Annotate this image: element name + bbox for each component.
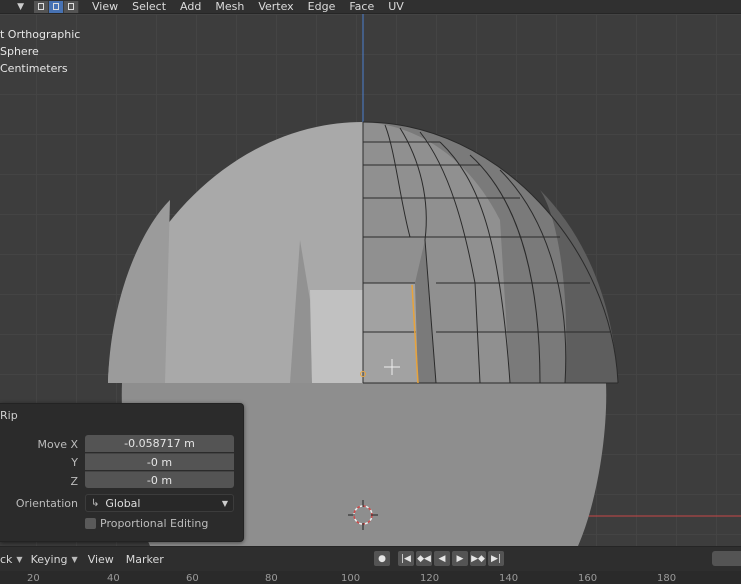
rip-panel-title[interactable]: Rip bbox=[0, 409, 18, 422]
ripped-face-right bbox=[363, 283, 418, 383]
menu-add[interactable]: Add bbox=[173, 0, 208, 13]
orientation-dropdown[interactable]: ↳ Global ▼ bbox=[85, 494, 234, 512]
edge-select-button[interactable] bbox=[49, 0, 64, 13]
proportional-editing-toggle[interactable]: Proportional Editing bbox=[85, 517, 208, 530]
mode-dropdown[interactable]: ▼ bbox=[0, 0, 28, 13]
rip-operator-panel[interactable]: Rip Move X -0.058717 m Y -0 m Z -0 m Ori… bbox=[0, 403, 244, 542]
select-mode-group bbox=[34, 0, 79, 13]
ruler-tick-label: 40 bbox=[107, 573, 120, 584]
menu-view[interactable]: View bbox=[85, 0, 125, 13]
ripped-face-left bbox=[310, 290, 363, 383]
move-x-field[interactable]: -0.058717 m bbox=[85, 435, 234, 452]
units-label: Centimeters bbox=[0, 62, 68, 75]
jump-end-icon: ▶| bbox=[491, 553, 501, 564]
move-x-label: Move X bbox=[37, 438, 78, 451]
record-icon: ● bbox=[378, 553, 386, 564]
timeline-view-menu[interactable]: View bbox=[88, 553, 114, 566]
chevron-down-icon: ▼ bbox=[17, 1, 24, 12]
menu-select[interactable]: Select bbox=[125, 0, 173, 13]
orientation-value: Global bbox=[105, 496, 141, 510]
face-mode-icon bbox=[68, 3, 74, 10]
ruler-tick-label: 160 bbox=[578, 573, 598, 584]
viewport-header: ▼ View Select Add Mesh Vertex Edge Face … bbox=[0, 0, 741, 14]
timeline-marker-menu[interactable]: Marker bbox=[126, 553, 164, 566]
dome-left-shade bbox=[108, 200, 170, 383]
vertex-mode-icon bbox=[38, 3, 44, 10]
play-button[interactable]: ▶ bbox=[452, 551, 468, 566]
chevron-down-icon: ▼ bbox=[71, 555, 78, 564]
proportional-editing-checkbox[interactable] bbox=[85, 518, 96, 529]
prev-keyframe-button[interactable]: ◆◀ bbox=[416, 551, 432, 566]
move-z-label: Z bbox=[70, 475, 78, 488]
view-name-label: t Orthographic bbox=[0, 28, 81, 41]
playback-dropdown[interactable]: ck ▼ bbox=[0, 553, 23, 566]
ruler-tick-label: 120 bbox=[420, 573, 440, 584]
timeline-ruler[interactable]: 20 40 60 80 100 120 140 160 180 bbox=[0, 571, 741, 584]
face-select-button[interactable] bbox=[64, 0, 79, 13]
move-z-field[interactable]: -0 m bbox=[85, 471, 234, 488]
keying-dropdown[interactable]: Keying ▼ bbox=[31, 553, 78, 566]
play-reverse-button[interactable]: ◀ bbox=[434, 551, 450, 566]
object-name-label: Sphere bbox=[0, 45, 39, 58]
jump-end-button[interactable]: ▶| bbox=[488, 551, 504, 566]
global-axes-icon: ↳ bbox=[91, 497, 100, 509]
3d-viewport[interactable]: ▼ View Select Add Mesh Vertex Edge Face … bbox=[0, 0, 741, 546]
playback-controls: ● |◀ ◆◀ ◀ ▶ ▶◆ ▶| bbox=[374, 551, 504, 566]
header-menu: View Select Add Mesh Vertex Edge Face UV bbox=[85, 0, 411, 13]
play-icon: ▶ bbox=[456, 553, 464, 564]
move-y-field[interactable]: -0 m bbox=[85, 453, 234, 470]
menu-edge[interactable]: Edge bbox=[301, 0, 343, 13]
chevron-down-icon: ▼ bbox=[221, 498, 228, 508]
next-keyframe-button[interactable]: ▶◆ bbox=[470, 551, 486, 566]
orientation-label: Orientation bbox=[15, 497, 78, 510]
ruler-tick-label: 60 bbox=[186, 573, 199, 584]
playback-dropdown-label: ck bbox=[0, 553, 13, 566]
ruler-tick-label: 80 bbox=[265, 573, 278, 584]
menu-face[interactable]: Face bbox=[342, 0, 381, 13]
next-keyframe-icon: ▶◆ bbox=[471, 553, 485, 564]
prev-keyframe-icon: ◆◀ bbox=[417, 553, 431, 564]
edge-mode-icon bbox=[53, 3, 59, 10]
play-reverse-icon: ◀ bbox=[438, 553, 446, 564]
jump-start-button[interactable]: |◀ bbox=[398, 551, 414, 566]
record-button[interactable]: ● bbox=[374, 551, 390, 566]
keying-label: Keying bbox=[30, 553, 68, 566]
ruler-tick-label: 100 bbox=[341, 573, 361, 584]
viewport-info-overlay: t Orthographic Sphere Centimeters bbox=[0, 26, 80, 77]
frame-field[interactable] bbox=[712, 551, 741, 566]
proportional-editing-label: Proportional Editing bbox=[100, 517, 209, 530]
timeline-header: ck ▼ Keying ▼ View Marker bbox=[0, 546, 741, 572]
ruler-tick-label: 20 bbox=[27, 573, 40, 584]
ruler-tick-label: 140 bbox=[499, 573, 519, 584]
vertex-select-button[interactable] bbox=[34, 0, 49, 13]
chevron-down-icon: ▼ bbox=[16, 555, 23, 564]
ruler-tick-label: 180 bbox=[657, 573, 677, 584]
move-y-label: Y bbox=[71, 456, 78, 469]
menu-mesh[interactable]: Mesh bbox=[208, 0, 251, 13]
jump-start-icon: |◀ bbox=[401, 553, 411, 564]
menu-uv[interactable]: UV bbox=[381, 0, 411, 13]
menu-vertex[interactable]: Vertex bbox=[251, 0, 300, 13]
